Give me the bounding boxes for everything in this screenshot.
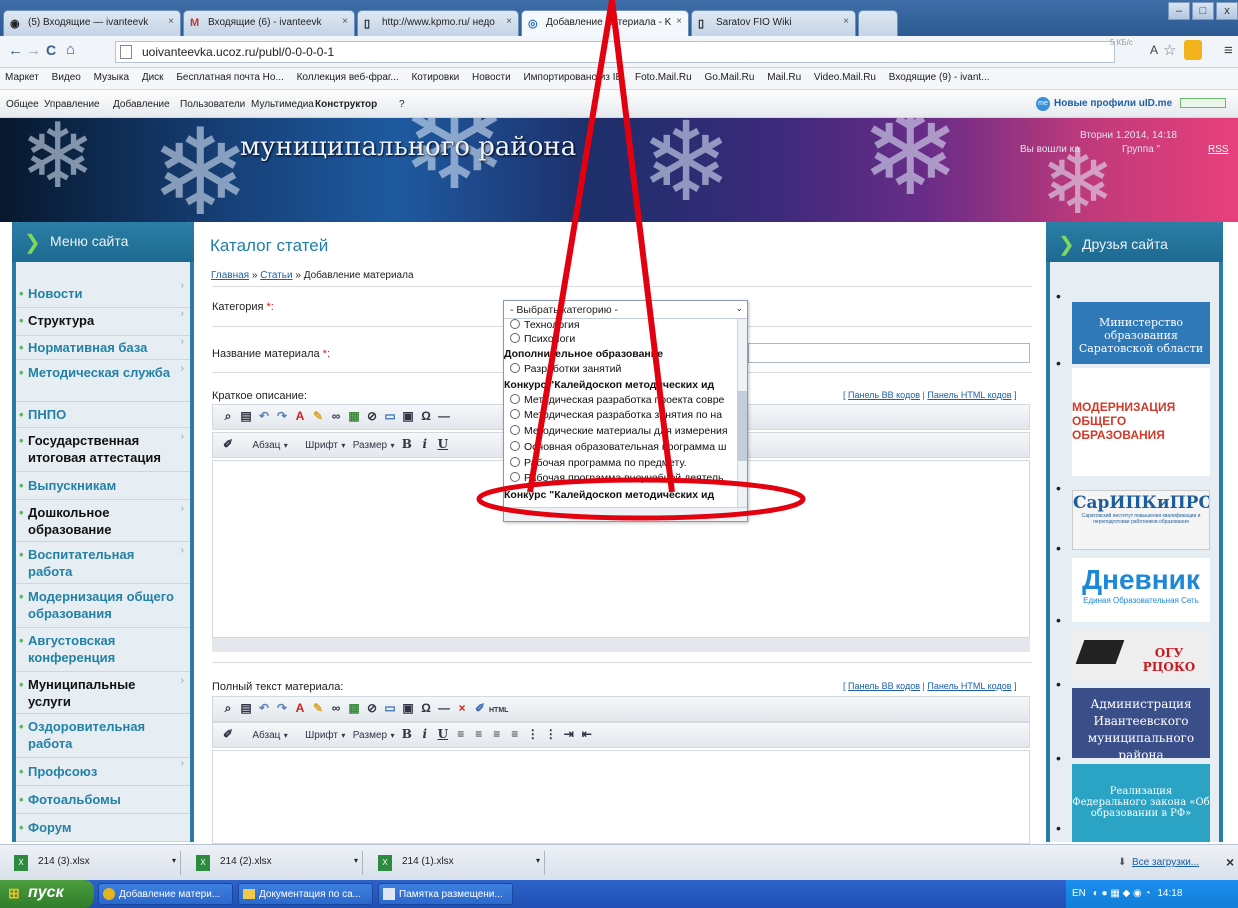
document-icon (383, 888, 395, 900)
download-filename: 214 (1).xlsx (402, 856, 454, 867)
taskbar-item-chrome[interactable]: Добавление матери... (98, 883, 233, 905)
dnevnik-banner[interactable]: Дневник Единая Образовательная Сеть (1072, 558, 1210, 622)
list-bullet: • (1056, 288, 1061, 304)
windows-logo-icon: ⊞ (8, 885, 20, 901)
list-bullet: • (1056, 750, 1061, 766)
list-bullet: • (1056, 676, 1061, 692)
saripkipro-banner[interactable]: СарИПКиПРО Саратовский институт повышения… (1072, 490, 1210, 550)
chevron-down-icon[interactable]: ▾ (536, 856, 540, 865)
task-label: Документация по са... (259, 889, 361, 900)
arrow-right-icon: ❯ (1058, 234, 1075, 256)
banner-subtitle: Саратовский институт повышения квалифика… (1081, 513, 1201, 525)
right-sidebar-header: ❯ Друзья сайта (1046, 222, 1223, 262)
folder-icon (243, 889, 255, 899)
excel-icon: X (378, 855, 392, 871)
windows-taskbar: ⊞ пуск Добавление матери... Документация … (0, 880, 1238, 908)
excel-icon: X (14, 855, 28, 871)
downloads-bar: X 214 (3).xlsx ▾ X 214 (2).xlsx ▾ X 214 (1).x… (0, 844, 1238, 880)
taskbar-item-word[interactable]: Памятка размещени... (378, 883, 513, 905)
clock: 14:18 (1157, 888, 1183, 899)
list-bullet: • (1056, 540, 1061, 556)
banner-text: МОДЕРНИЗАЦИЯ ОБЩЕГО ОБРАЗОВАНИЯ (1072, 400, 1176, 442)
graduation-cap-icon (1075, 640, 1125, 664)
modernization-banner[interactable]: МОДЕРНИЗАЦИЯ ОБЩЕГО ОБРАЗОВАНИЯ (1072, 368, 1210, 476)
federal-law-banner[interactable]: Реализация Федерального закона «Об образ… (1072, 764, 1210, 842)
banner-title: Дневник (1082, 564, 1200, 595)
download-arrow-icon: ⬇ (1118, 857, 1127, 868)
banner-text: Администрация Ивантеевского муниципально… (1087, 697, 1195, 758)
banner-title: СарИПКиПРО (1073, 493, 1210, 513)
chrome-icon (103, 888, 115, 900)
start-label: пуск (28, 884, 64, 901)
right-sidebar-title: Друзья сайта (1082, 236, 1168, 252)
banner-subtitle: Единая Образовательная Сеть (1083, 596, 1199, 605)
download-item[interactable]: X 214 (1).xlsx ▾ (370, 851, 545, 875)
list-bullet: • (1056, 480, 1061, 496)
download-item[interactable]: X 214 (3).xlsx ▾ (6, 851, 181, 875)
list-bullet: • (1056, 612, 1061, 628)
language-indicator[interactable]: EN (1072, 888, 1086, 899)
task-label: Добавление матери... (119, 889, 221, 900)
ministry-banner[interactable]: Министерство образования Саратовской обл… (1072, 302, 1210, 364)
annotation-arrow (527, 0, 675, 493)
list-bullet: • (1056, 820, 1061, 836)
download-filename: 214 (2).xlsx (220, 856, 272, 867)
banner-text: Реализация Федерального закона «Об образ… (1072, 786, 1210, 819)
task-label: Памятка размещени... (399, 889, 503, 900)
list-bullet: • (1056, 355, 1061, 371)
excel-icon: X (196, 855, 210, 871)
download-item[interactable]: X 214 (2).xlsx ▾ (188, 851, 363, 875)
close-downloads-icon[interactable]: × (1226, 854, 1234, 870)
taskbar-item-folder[interactable]: Документация по са... (238, 883, 373, 905)
annotation-ellipse (476, 477, 806, 521)
start-button[interactable]: ⊞ пуск (0, 880, 94, 908)
tray-icons[interactable]: ◐ ● ▦ ◆ ◉ ◔ (1093, 888, 1151, 899)
rcoko-banner[interactable]: ОГУ РЦОКО (1072, 630, 1210, 682)
chevron-down-icon[interactable]: ▾ (172, 856, 176, 865)
banner-text: ОГУ РЦОКО (1142, 646, 1196, 674)
administration-banner[interactable]: Администрация Ивантеевского муниципально… (1072, 688, 1210, 758)
all-downloads-link[interactable]: Все загрузки... (1132, 857, 1199, 868)
chevron-down-icon[interactable]: ▾ (354, 856, 358, 865)
system-tray: EN ◐ ● ▦ ◆ ◉ ◔ 14:18 (1066, 880, 1238, 908)
banner-text: Министерство образования Саратовской обл… (1078, 316, 1204, 355)
download-filename: 214 (3).xlsx (38, 856, 90, 867)
